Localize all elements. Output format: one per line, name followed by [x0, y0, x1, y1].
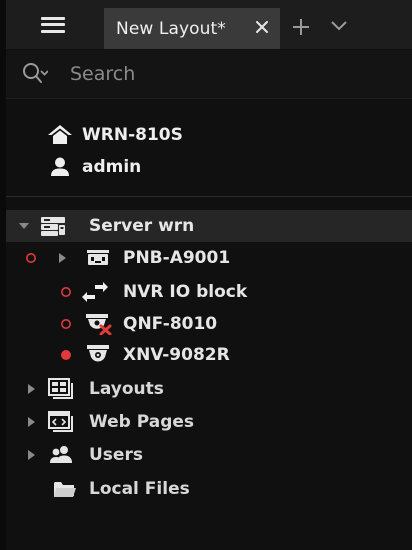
folder-icon	[50, 473, 80, 505]
search-input[interactable]	[70, 60, 390, 88]
user-name: admin	[82, 157, 142, 177]
server-label: Server wrn	[89, 216, 195, 236]
server-icon	[38, 210, 68, 242]
tree-item-device[interactable]: XNV-9082R	[6, 339, 412, 371]
search-icon[interactable]	[22, 62, 48, 86]
status-offline-icon	[59, 308, 73, 340]
resource-tree-panel: New Layout* WRN-	[0, 0, 412, 550]
chevron-down-icon[interactable]	[16, 210, 32, 242]
chevron-down-icon[interactable]	[330, 18, 348, 32]
device-label: QNF-8010	[123, 314, 218, 334]
status-offline-icon	[59, 276, 73, 308]
device-label: PNB-A9001	[123, 248, 231, 268]
web-pages-label: Web Pages	[89, 412, 195, 432]
tree-item-local-files[interactable]: Local Files	[6, 473, 412, 505]
tab-title: New Layout*	[116, 18, 226, 39]
tree-item-layouts[interactable]: Layouts	[6, 373, 412, 405]
tab-layout[interactable]: New Layout*	[104, 8, 280, 49]
layouts-icon	[46, 373, 76, 405]
io-transfer-icon	[80, 276, 110, 308]
tree-item-device[interactable]: PNB-A9001	[6, 242, 412, 274]
system-name: WRN-810S	[82, 125, 183, 145]
tree-item-device[interactable]: NVR IO block	[6, 276, 412, 308]
status-offline-icon	[24, 242, 38, 274]
status-recording-icon	[59, 339, 73, 371]
divider	[6, 196, 412, 197]
camera-error-icon	[83, 308, 113, 340]
tree-item-users[interactable]: Users	[6, 439, 412, 471]
tree-item-server[interactable]: Server wrn	[6, 210, 412, 242]
dome-camera-icon	[83, 339, 113, 371]
system-name-row[interactable]: WRN-810S	[46, 121, 183, 149]
tree-item-device[interactable]: QNF-8010	[6, 308, 412, 340]
local-files-label: Local Files	[89, 479, 190, 499]
chevron-right-icon[interactable]	[55, 242, 69, 274]
add-tab-icon[interactable]	[290, 16, 312, 38]
close-icon	[256, 21, 268, 33]
main-menu-button[interactable]	[6, 0, 100, 49]
layouts-label: Layouts	[89, 379, 164, 399]
hamburger-icon	[41, 16, 65, 33]
home-icon	[46, 124, 74, 146]
users-icon	[46, 439, 76, 471]
close-tab-button[interactable]	[252, 17, 272, 37]
tree-item-web-pages[interactable]: Web Pages	[6, 406, 412, 438]
device-label: NVR IO block	[123, 282, 248, 302]
tab-bar: New Layout*	[6, 0, 412, 49]
device-label: XNV-9082R	[123, 345, 230, 365]
users-label: Users	[89, 445, 143, 465]
chevron-right-icon[interactable]	[24, 439, 38, 471]
encoder-icon	[83, 242, 113, 274]
search-bar	[6, 50, 412, 99]
user-icon	[46, 156, 74, 178]
user-row[interactable]: admin	[46, 153, 141, 181]
web-pages-icon	[46, 406, 76, 438]
chevron-right-icon[interactable]	[24, 373, 38, 405]
chevron-right-icon[interactable]	[24, 406, 38, 438]
